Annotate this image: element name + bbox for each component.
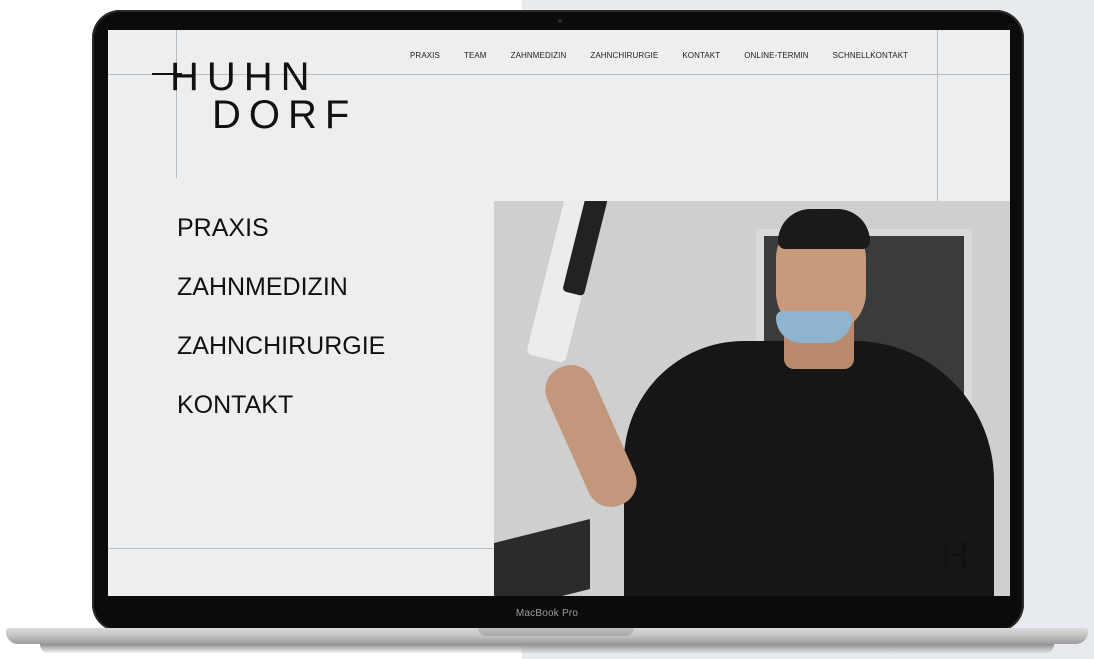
hero-photo-dentist: H [494, 201, 1010, 596]
mainnav-zahnmedizin[interactable]: ZAHNMEDIZIN [177, 273, 385, 332]
laptop-notch [478, 628, 634, 636]
topnav-zahnmedizin[interactable]: ZAHNMEDIZIN [511, 51, 567, 60]
corner-h-mark: H [940, 534, 969, 578]
topnav-online-termin[interactable]: ONLINE-TERMIN [744, 51, 808, 60]
topnav-schnellkontakt[interactable]: SCHNELLKONTAKT [833, 51, 909, 60]
site-logo[interactable]: HUHN DORF [170, 55, 358, 137]
laptop-shadow [40, 644, 1054, 654]
photo-scrubs [624, 341, 994, 596]
topnav-zahnchirurgie[interactable]: ZAHNCHIRURGIE [590, 51, 658, 60]
logo-line-2: DORF [212, 93, 358, 137]
photo-monitor [494, 519, 590, 596]
logo-line-1: HUHN [170, 55, 318, 99]
topnav-team[interactable]: TEAM [464, 51, 487, 60]
topnav-praxis[interactable]: PRAXIS [410, 51, 440, 60]
device-label: MacBook Pro [515, 608, 579, 619]
top-navigation: PRAXIS TEAM ZAHNMEDIZIN ZAHNCHIRURGIE KO… [410, 51, 932, 60]
photo-face-mask [776, 311, 852, 343]
photo-hair [778, 209, 870, 249]
mainnav-kontakt[interactable]: KONTAKT [177, 391, 385, 450]
mainnav-praxis[interactable]: PRAXIS [177, 214, 385, 273]
topnav-kontakt[interactable]: KONTAKT [682, 51, 720, 60]
mainnav-zahnchirurgie[interactable]: ZAHNCHIRURGIE [177, 332, 385, 391]
main-navigation: PRAXIS ZAHNMEDIZIN ZAHNCHIRURGIE KONTAKT [177, 214, 385, 450]
camera-icon [558, 19, 562, 23]
website-screen: HUHN DORF PRAXIS TEAM ZAHNMEDIZIN ZAHNCH… [108, 30, 1010, 596]
